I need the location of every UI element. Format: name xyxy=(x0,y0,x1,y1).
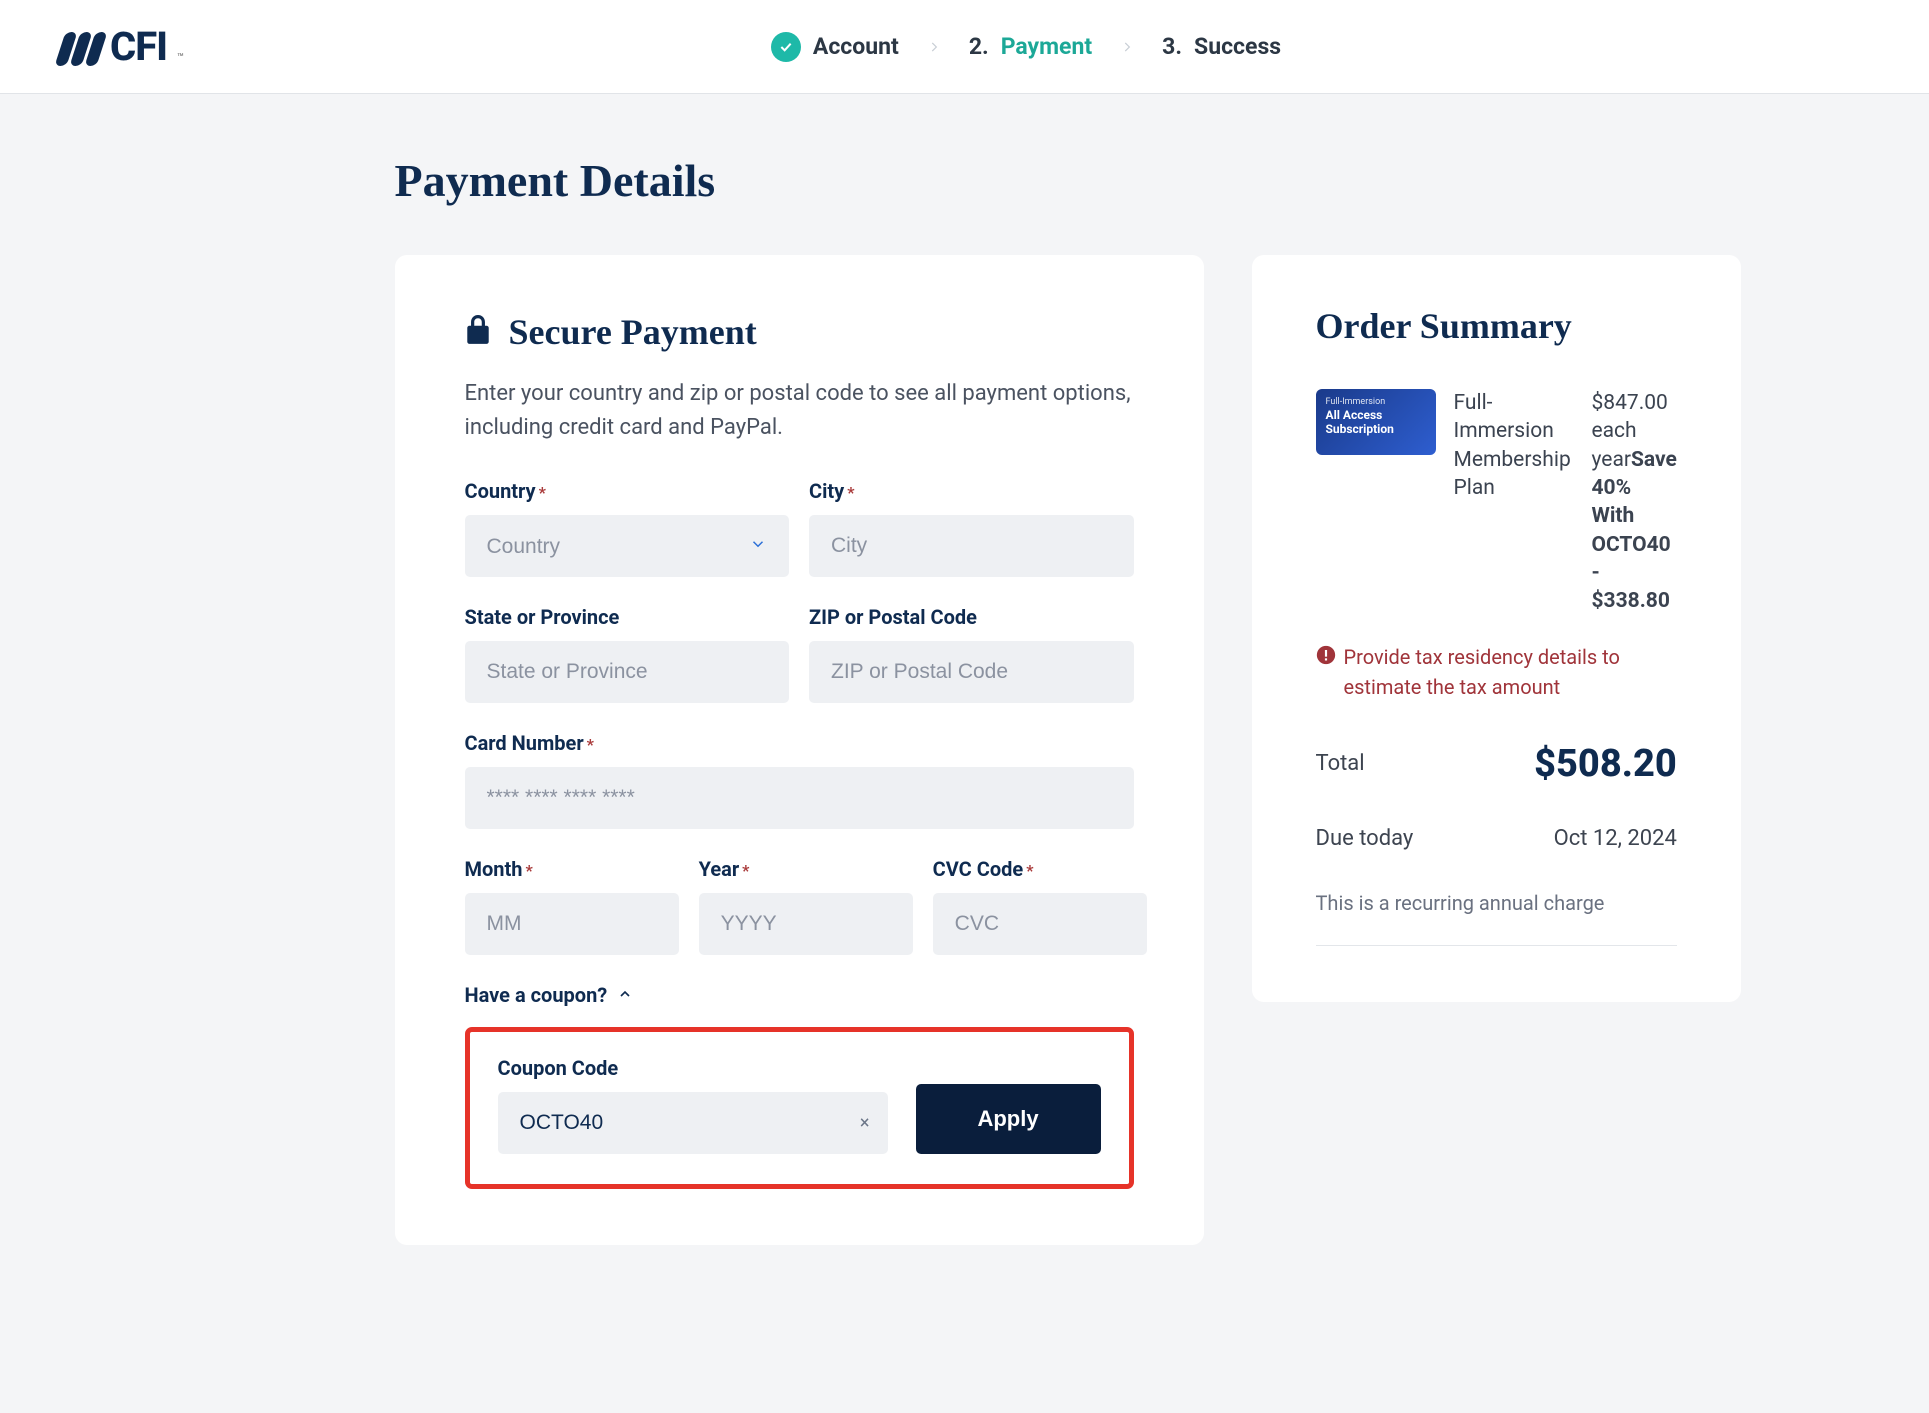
tax-warning-text: Provide tax residency details to estimat… xyxy=(1344,642,1677,702)
product-name: Full-Immersion Membership Plan xyxy=(1454,389,1574,502)
secure-payment-heading: Secure Payment xyxy=(509,311,757,353)
warning-icon xyxy=(1316,642,1336,702)
header: CFI ™ Account 2. Payment 3. Success xyxy=(0,0,1929,94)
country-label: Country* xyxy=(465,479,790,503)
logo-icon xyxy=(60,28,102,66)
year-label: Year* xyxy=(699,857,913,881)
product-thumbnail: Full-Immersion All Access Subscription xyxy=(1316,389,1436,455)
chevron-right-icon xyxy=(1120,33,1134,60)
cvc-label: CVC Code* xyxy=(933,857,1147,881)
step-payment: 2. Payment xyxy=(969,33,1092,60)
check-icon xyxy=(771,32,801,62)
payment-card: Secure Payment Enter your country and zi… xyxy=(395,255,1204,1245)
clear-coupon-icon[interactable]: × xyxy=(860,1113,870,1134)
logo-text: CFI xyxy=(110,23,167,70)
product-price: $847.00 each yearSave 40% With OCTO40 - … xyxy=(1592,389,1677,616)
zip-input[interactable] xyxy=(809,641,1134,703)
zip-label: ZIP or Postal Code xyxy=(809,605,1134,629)
payment-description: Enter your country and zip or postal cod… xyxy=(465,377,1134,445)
page-body: Payment Details Secure Payment Enter you… xyxy=(355,94,1575,1285)
lock-icon xyxy=(465,315,491,349)
page-title: Payment Details xyxy=(395,154,1535,207)
card-label: Card Number* xyxy=(465,731,1134,755)
coupon-section: Coupon Code × Apply xyxy=(465,1027,1134,1189)
coupon-toggle[interactable]: Have a coupon? xyxy=(465,983,1134,1007)
city-label: City* xyxy=(809,479,1134,503)
chevron-up-icon xyxy=(617,983,633,1007)
order-summary-heading: Order Summary xyxy=(1316,305,1677,347)
due-value: Oct 12, 2024 xyxy=(1554,826,1677,851)
checkout-stepper: Account 2. Payment 3. Success xyxy=(183,32,1869,62)
step-account: Account xyxy=(771,32,899,62)
step-success-num: 3. xyxy=(1162,33,1182,60)
state-input[interactable] xyxy=(465,641,790,703)
due-label: Due today xyxy=(1316,826,1414,851)
coupon-label: Coupon Code xyxy=(498,1056,888,1080)
due-line: Due today Oct 12, 2024 xyxy=(1316,826,1677,851)
divider xyxy=(1316,945,1677,946)
month-input[interactable] xyxy=(465,893,679,955)
step-payment-label: Payment xyxy=(1001,33,1092,60)
step-success-label: Success xyxy=(1194,33,1281,60)
order-summary-card: Order Summary Full-Immersion All Access … xyxy=(1252,255,1741,1002)
chevron-right-icon xyxy=(927,33,941,60)
total-label: Total xyxy=(1316,751,1365,776)
logo[interactable]: CFI ™ xyxy=(60,23,183,70)
month-label: Month* xyxy=(465,857,679,881)
state-label: State or Province xyxy=(465,605,790,629)
card-number-input[interactable] xyxy=(465,767,1134,829)
city-input[interactable] xyxy=(809,515,1134,577)
coupon-input[interactable] xyxy=(498,1092,888,1154)
apply-button[interactable]: Apply xyxy=(916,1084,1101,1154)
country-select[interactable]: Country xyxy=(465,515,790,577)
step-payment-num: 2. xyxy=(969,33,989,60)
total-value: $508.20 xyxy=(1534,742,1677,786)
step-success: 3. Success xyxy=(1162,33,1281,60)
step-account-label: Account xyxy=(813,33,899,60)
recurring-note: This is a recurring annual charge xyxy=(1316,891,1677,915)
coupon-toggle-label: Have a coupon? xyxy=(465,983,608,1007)
tax-warning: Provide tax residency details to estimat… xyxy=(1316,642,1677,702)
year-input[interactable] xyxy=(699,893,913,955)
total-line: Total $508.20 xyxy=(1316,742,1677,786)
product-row: Full-Immersion All Access Subscription F… xyxy=(1316,389,1677,616)
cvc-input[interactable] xyxy=(933,893,1147,955)
